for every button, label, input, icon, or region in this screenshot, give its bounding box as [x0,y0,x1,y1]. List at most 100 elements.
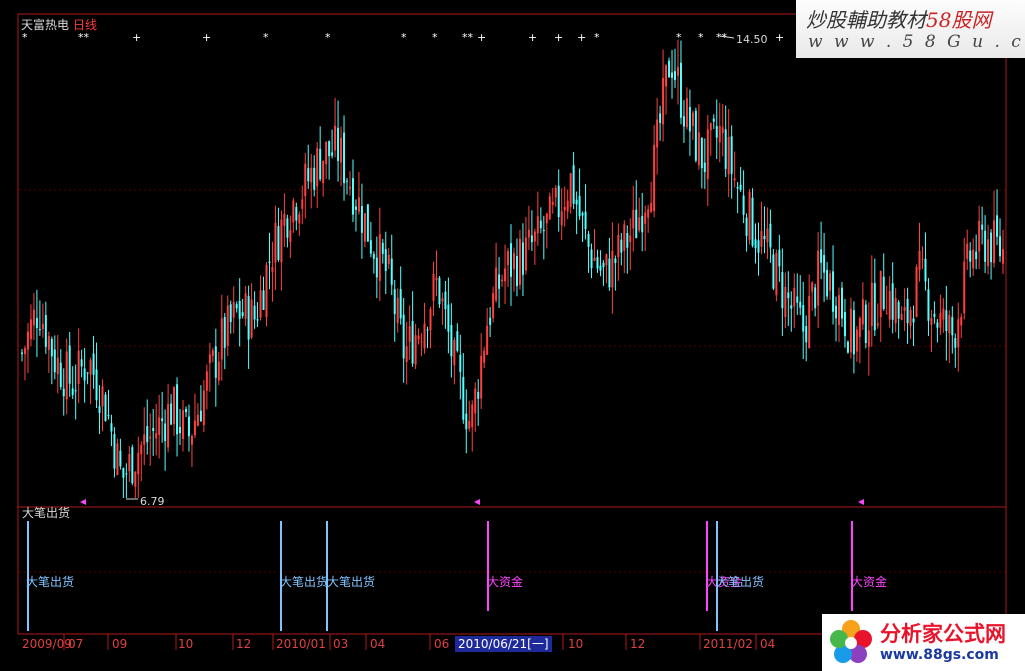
candle-body [182,410,185,439]
candle-body [176,384,179,435]
candle-body [739,184,742,190]
cursor-date-label: 2010/06/21[一] [455,636,552,652]
candle-body [581,213,584,216]
candle-body [682,116,685,127]
top-markers: * ** + + * * * * ** + + + + * * * ** + [22,31,784,44]
candle-body [858,318,861,337]
candle-body [420,341,423,343]
candle-body [232,302,235,318]
candle-body [292,200,295,223]
candle-body [456,331,459,351]
candle-body [882,276,885,310]
candle-body [426,329,429,331]
candle-body [92,353,95,375]
candle-body [399,289,402,319]
candle-body [447,304,450,332]
candle-body [608,258,611,288]
candle-body [241,312,244,316]
candle-body [89,360,92,375]
candle-body [560,211,563,226]
candle-body [793,287,796,307]
candle-body [483,350,486,363]
candle-body [709,123,712,131]
top-marker: + [202,31,211,44]
candle-body [259,290,262,318]
candle-body [921,258,924,260]
candle-body [784,286,787,318]
candle-body [676,67,679,76]
candle-body [530,235,533,243]
candle-body [587,233,590,247]
candle-body [805,326,808,343]
candle-body [193,420,196,436]
candle-body [438,277,441,305]
candle-body [268,261,271,263]
candle-body [599,265,602,271]
candle-body [202,390,205,426]
candle-body [575,199,578,205]
candle-body [536,216,539,234]
candle-body [888,291,891,320]
candle-body [164,423,167,442]
candle-body [507,250,510,266]
candle-body [671,72,674,78]
candle-body [402,314,405,359]
candle-body [796,296,799,303]
top-marker: ** [716,31,728,44]
top-marker: + [528,31,537,44]
candle-body [751,197,754,246]
candle-body [95,369,98,401]
candle-body [838,295,841,325]
candle-body [641,215,644,233]
candle-body [190,435,193,445]
candle-body [405,346,408,363]
candle-body [250,299,253,338]
candle-body [593,257,596,261]
candle-body [429,309,432,331]
candle-body [930,317,933,325]
x-axis-tick: 2011/02 [703,637,753,651]
candle-body [635,209,638,238]
chart-border [17,13,1007,635]
candle-body [328,141,331,157]
candle-body [104,394,107,422]
candle-body [295,207,298,221]
watermark-url: www.88gs.com [880,647,999,663]
top-marker: + [132,31,141,44]
candle-body [712,118,715,122]
candle-body [939,313,942,328]
candle-body [44,315,47,347]
price-low-label: 6.79 [140,495,165,508]
candle-body [647,209,650,218]
chart-canvas[interactable]: * ** + + * * * * ** + + + + * * * ** + [0,0,1025,671]
candle-body [184,408,187,413]
candle-body [799,301,802,308]
candle-body [247,296,250,340]
candle-body [119,450,122,467]
candle-body [602,262,605,268]
candle-body [715,125,718,138]
candle-body [972,249,975,269]
candle-body [548,196,551,220]
candle-body [650,202,653,213]
candle-body [47,336,50,350]
indicator-name[interactable]: 大笔出货 [22,506,70,520]
period-label[interactable]: 日线 [73,18,97,32]
candle-body [849,308,852,353]
candle-body [745,217,748,236]
candle-body [656,119,659,148]
candle-body [59,362,62,388]
candle-body [378,234,381,281]
candle-body [384,249,387,272]
candle-body [238,300,241,319]
candle-body [450,324,453,357]
candle-body [319,148,322,180]
candle-body [835,305,838,319]
candle-body [444,291,447,310]
candle-body [486,325,489,355]
candle-body [662,77,665,125]
candle-body [861,299,864,325]
candle-body [366,204,369,242]
candle-body [688,107,691,132]
candle-body [301,199,304,209]
